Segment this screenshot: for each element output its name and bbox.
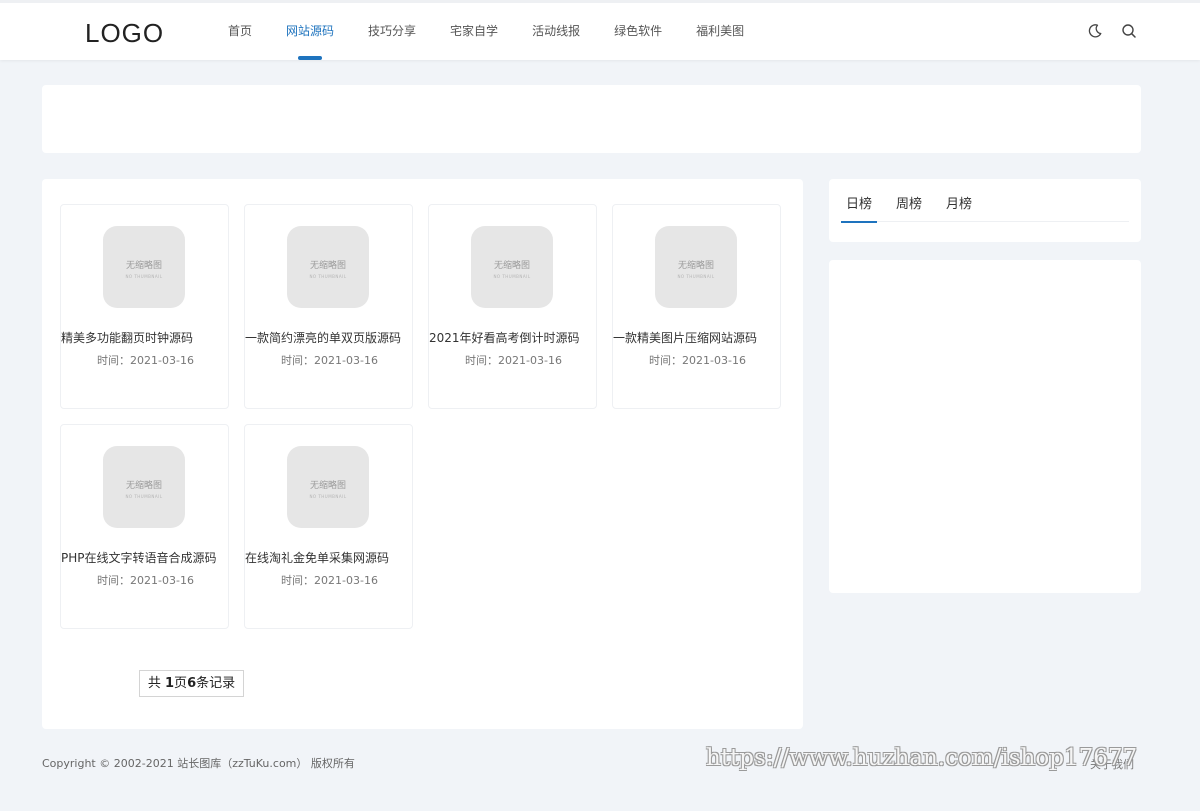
thumbnail-placeholder: 无缩略图 NO THUMBNAIL [287, 226, 369, 308]
post-card[interactable]: 无缩略图 NO THUMBNAIL PHP在线文字转语音合成源码 时间：2021… [60, 424, 229, 629]
placeholder-subtext: NO THUMBNAIL [493, 274, 531, 279]
nav-item-tips[interactable]: 技巧分享 [368, 3, 416, 60]
main-nav: 首页 网站源码 技巧分享 宅家自学 活动线报 绿色软件 福利美图 [228, 3, 778, 60]
placeholder-subtext: NO THUMBNAIL [309, 274, 347, 279]
post-card[interactable]: 无缩略图 NO THUMBNAIL 一款精美图片压缩网站源码 时间：2021-0… [612, 204, 781, 409]
pager-suffix: 条记录 [196, 676, 236, 691]
placeholder-text: 无缩略图 [309, 261, 346, 271]
post-date: 时间：2021-03-16 [281, 354, 378, 367]
ranking-panel: 日榜 周榜 月榜 [829, 179, 1141, 242]
nav-item-software[interactable]: 绿色软件 [614, 3, 662, 60]
post-title[interactable]: 一款精美图片压缩网站源码 [613, 329, 782, 346]
post-date: 时间：2021-03-16 [97, 354, 194, 367]
thumbnail-placeholder: 无缩略图 NO THUMBNAIL [287, 446, 369, 528]
post-list-panel: 无缩略图 NO THUMBNAIL 精美多功能翻页时钟源码 时间：2021-03… [42, 179, 803, 729]
pager-pages: 1 [165, 676, 175, 691]
post-date: 时间：2021-03-16 [97, 574, 194, 587]
footer-copyright: Copyright © 2002-2021 站长图库（zzTuKu.com） 版… [42, 757, 355, 770]
watermark-text: https://www.huzhan.com/ishop17677 [706, 745, 1138, 771]
post-date: 时间：2021-03-16 [649, 354, 746, 367]
post-card[interactable]: 无缩略图 NO THUMBNAIL 在线淘礼金免单采集网源码 时间：2021-0… [244, 424, 413, 629]
placeholder-subtext: NO THUMBNAIL [309, 494, 347, 499]
nav-item-source-code[interactable]: 网站源码 [286, 3, 334, 60]
post-title[interactable]: PHP在线文字转语音合成源码 [61, 549, 230, 566]
placeholder-subtext: NO THUMBNAIL [125, 274, 163, 279]
placeholder-text: 无缩略图 [493, 261, 530, 271]
nav-item-deals[interactable]: 活动线报 [532, 3, 580, 60]
placeholder-text: 无缩略图 [125, 261, 162, 271]
top-navbar: LOGO 首页 网站源码 技巧分享 宅家自学 活动线报 绿色软件 福利美图 [0, 0, 1200, 60]
post-date: 时间：2021-03-16 [465, 354, 562, 367]
post-title[interactable]: 一款简约漂亮的单双页版源码 [245, 329, 414, 346]
thumbnail-placeholder: 无缩略图 NO THUMBNAIL [103, 446, 185, 528]
tab-daily[interactable]: 日榜 [841, 179, 878, 223]
ad-banner [42, 85, 1141, 153]
pager-prefix: 共 [147, 676, 165, 691]
thumbnail-placeholder: 无缩略图 NO THUMBNAIL [655, 226, 737, 308]
thumbnail-placeholder: 无缩略图 NO THUMBNAIL [103, 226, 185, 308]
pager-mid: 页 [174, 676, 188, 691]
tab-monthly[interactable]: 月榜 [941, 179, 977, 222]
post-title[interactable]: 2021年好看高考倒计时源码 [429, 329, 598, 346]
placeholder-text: 无缩略图 [125, 481, 162, 491]
ranking-tabs: 日榜 周榜 月榜 [841, 179, 1129, 223]
tab-weekly[interactable]: 周榜 [891, 179, 927, 222]
post-card[interactable]: 无缩略图 NO THUMBNAIL 一款简约漂亮的单双页版源码 时间：2021-… [244, 204, 413, 409]
placeholder-subtext: NO THUMBNAIL [125, 494, 163, 499]
post-card[interactable]: 无缩略图 NO THUMBNAIL 2021年好看高考倒计时源码 时间：2021… [428, 204, 597, 409]
placeholder-text: 无缩略图 [309, 481, 346, 491]
post-card[interactable]: 无缩略图 NO THUMBNAIL 精美多功能翻页时钟源码 时间：2021-03… [60, 204, 229, 409]
pager-records: 6 [187, 676, 197, 691]
post-date: 时间：2021-03-16 [281, 574, 378, 587]
placeholder-subtext: NO THUMBNAIL [677, 274, 715, 279]
search-icon[interactable] [1121, 23, 1137, 39]
thumbnail-placeholder: 无缩略图 NO THUMBNAIL [471, 226, 553, 308]
post-title[interactable]: 精美多功能翻页时钟源码 [61, 329, 230, 346]
sidebar-widget [829, 260, 1141, 593]
moon-icon[interactable] [1087, 23, 1103, 39]
pagination-info: 共 1页6条记录 [139, 670, 244, 697]
placeholder-text: 无缩略图 [677, 261, 714, 271]
site-logo[interactable]: LOGO [85, 18, 164, 49]
nav-item-self-study[interactable]: 宅家自学 [450, 3, 498, 60]
nav-item-gallery[interactable]: 福利美图 [696, 3, 744, 60]
post-title[interactable]: 在线淘礼金免单采集网源码 [245, 549, 414, 566]
nav-item-home[interactable]: 首页 [228, 3, 252, 60]
